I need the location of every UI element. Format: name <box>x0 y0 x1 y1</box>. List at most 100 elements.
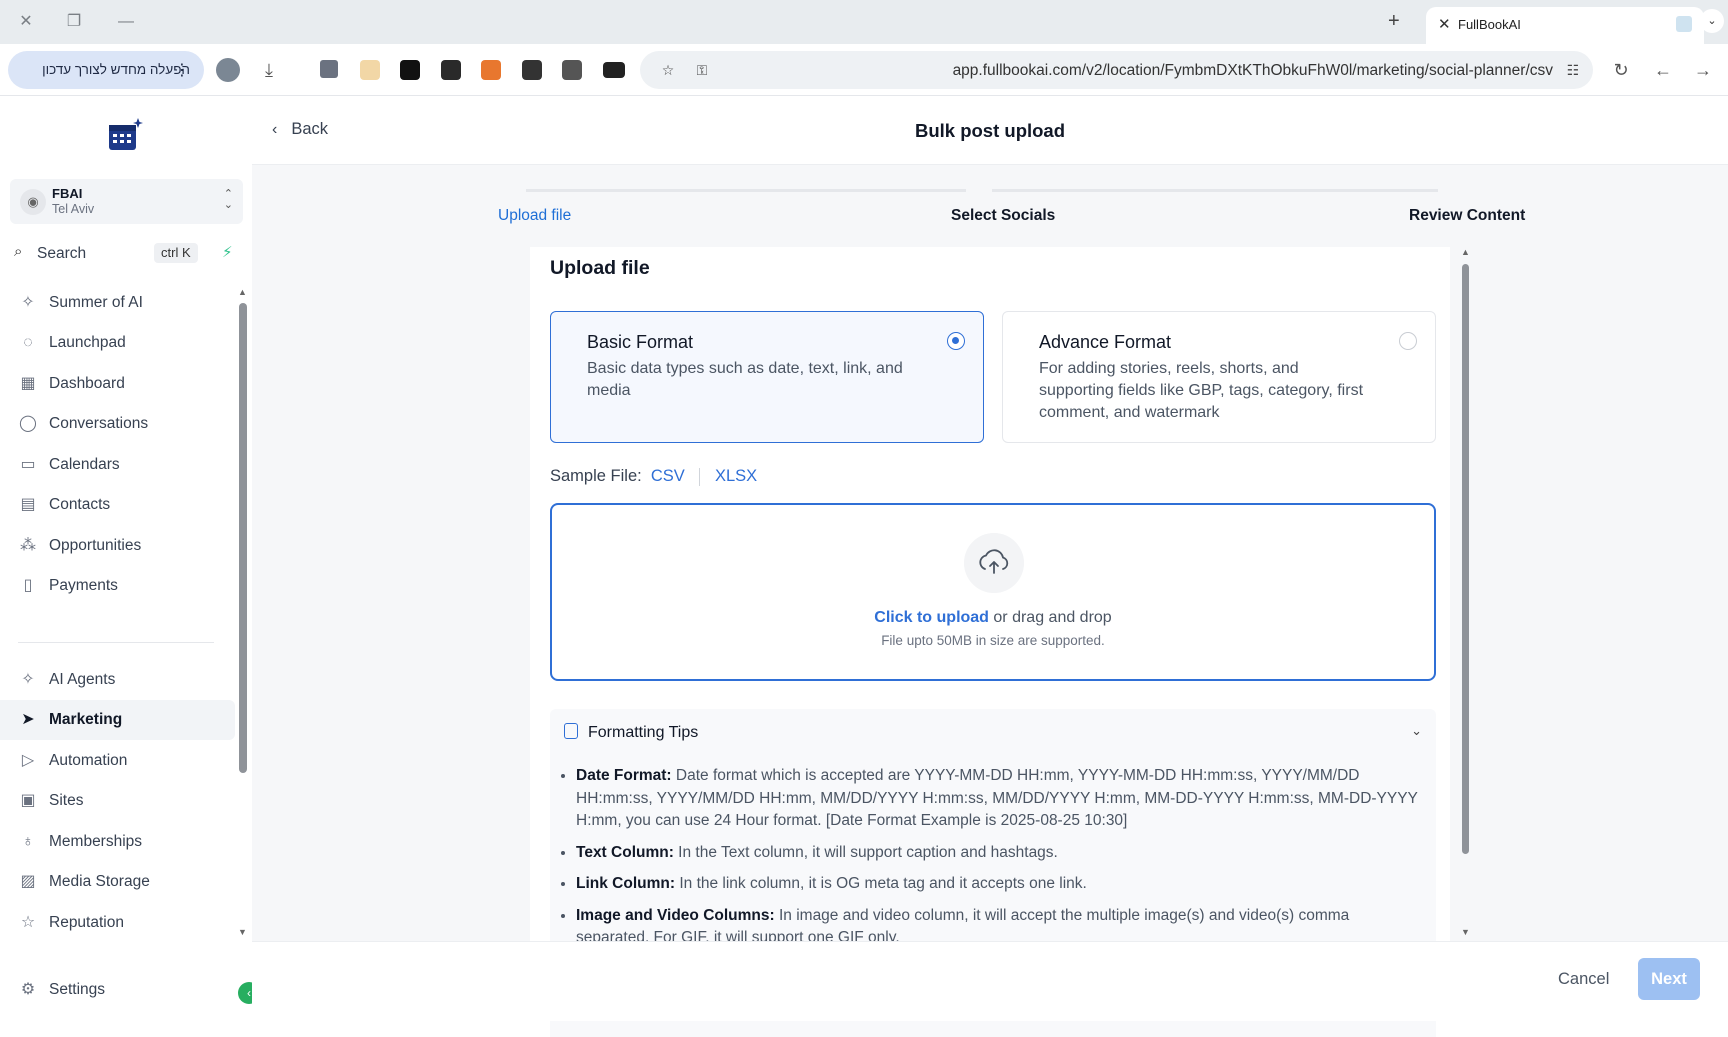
password-key-icon[interactable]: ⚿ <box>692 60 712 80</box>
tab-title: FullBookAI <box>1458 17 1521 32</box>
sidebar-search[interactable]: ⌕ Search ctrl K ⚡ <box>10 237 243 269</box>
contacts-icon: ▤ <box>20 496 36 513</box>
bookmark-star-icon[interactable]: ☆ <box>658 60 678 80</box>
sidebar-item-launchpad[interactable]: ◌ Launchpad <box>0 323 235 363</box>
url-text[interactable]: app.fullbookai.com/v2/location/FymbmDXtK… <box>953 62 1553 80</box>
sidebar-item-payments[interactable]: ▯ Payments <box>0 566 235 606</box>
advance-format-option[interactable]: Advance Format For adding stories, reels… <box>1002 311 1436 443</box>
search-icon: ⌕ <box>14 243 23 260</box>
reload-icon[interactable]: ↻ <box>1608 57 1634 83</box>
scroll-down-icon[interactable]: ▼ <box>238 927 247 937</box>
step-review-content[interactable]: Review Content <box>1409 207 1525 225</box>
tab-close-icon[interactable]: ✕ <box>1438 15 1451 33</box>
image-icon: ▨ <box>20 873 36 890</box>
browser-tab[interactable]: ✕ FullBookAI <box>1426 7 1704 44</box>
extensions-puzzle-icon[interactable] <box>320 60 338 78</box>
content-scroll-thumb[interactable] <box>1462 264 1469 854</box>
format-title: Advance Format <box>1039 332 1172 352</box>
formatting-tips-header[interactable]: Formatting Tips <box>564 723 698 742</box>
extension-1-icon[interactable] <box>360 60 380 80</box>
payments-icon: ▯ <box>23 577 33 594</box>
location-name: FBAI <box>52 186 83 201</box>
tip-term: Link Column: <box>576 875 676 892</box>
sidebar-scroll-thumb[interactable] <box>239 303 247 773</box>
sidebar-item-reputation[interactable]: ☆ Reputation <box>0 903 235 943</box>
sidebar-item-media-storage[interactable]: ▨ Media Storage <box>0 862 235 902</box>
update-restart-label: הפעלה מחדש לצורך עדכון <box>42 62 190 77</box>
step-select-socials[interactable]: Select Socials <box>951 207 1055 225</box>
list-item: Link Column: In the link column, it is O… <box>576 873 1426 896</box>
scroll-down-icon[interactable]: ▼ <box>1461 927 1470 937</box>
sidebar-item-ai-agents[interactable]: ✧ AI Agents <box>0 660 235 700</box>
window-close-icon[interactable]: ✕ <box>14 10 38 34</box>
advance-format-radio[interactable] <box>1399 332 1417 350</box>
content-scrollbar[interactable]: ▲ ▼ <box>1460 247 1472 937</box>
rocket-icon: ◌ <box>23 334 33 351</box>
step-upload-file[interactable]: Upload file <box>498 207 571 225</box>
quick-action-bolt-icon[interactable]: ⚡ <box>222 243 233 261</box>
page-footer: Cancel Next <box>252 941 1728 1021</box>
sidebar-divider <box>18 642 214 643</box>
file-dropzone[interactable]: Click to upload or drag and drop File up… <box>550 503 1436 681</box>
main-content: ‹ Back Bulk post upload Upload file Selec… <box>252 97 1728 1037</box>
sidebar-item-summer-of-ai[interactable]: ✧ Summer of AI <box>0 283 235 323</box>
sidebar-item-settings[interactable]: ⚙ Settings <box>0 970 235 1010</box>
sidebar-item-sites[interactable]: ▣ Sites <box>0 781 235 821</box>
sidebar-item-marketing[interactable]: ➤ Marketing <box>0 700 235 740</box>
extension-6-icon[interactable] <box>562 60 582 80</box>
sidebar-item-calendars[interactable]: ▭ Calendars <box>0 445 235 485</box>
stepper: Upload file Select Socials Review Conten… <box>252 165 1728 245</box>
sample-file-label: Sample File: <box>550 467 642 485</box>
extension-3-icon[interactable] <box>441 60 461 80</box>
upload-card-title: Upload file <box>550 257 650 279</box>
sample-xlsx-link[interactable]: XLSX <box>715 467 757 485</box>
link-separator <box>699 467 701 486</box>
cancel-button[interactable]: Cancel <box>1558 970 1609 989</box>
format-description: Basic data types such as date, text, lin… <box>587 360 903 399</box>
new-tab-icon[interactable]: + <box>1388 10 1400 33</box>
extension-5-icon[interactable] <box>522 60 542 80</box>
update-restart-button[interactable]: ⋮ הפעלה מחדש לצורך עדכון <box>8 51 204 89</box>
tip-text: In the link column, it is OG meta tag an… <box>675 875 1087 892</box>
sidebar-scrollbar[interactable]: ▲ ▼ <box>238 287 248 937</box>
dropzone-size-hint: File upto 50MB in size are supported. <box>881 633 1105 648</box>
location-switcher[interactable]: ◉ FBAI Tel Aviv ⌃ ⌄ <box>10 179 243 224</box>
forward-arrow-icon[interactable]: → <box>1690 57 1716 83</box>
sidebar-item-conversations[interactable]: ◯ Conversations <box>0 404 235 444</box>
sample-csv-link[interactable]: CSV <box>651 467 685 485</box>
tab-search-chevron-icon[interactable]: ⌄ <box>1700 9 1724 33</box>
document-icon <box>564 723 578 739</box>
profile-avatar-icon[interactable] <box>216 58 240 82</box>
browser-tab-strip: ✕ ❐ — + ✕ FullBookAI ⌄ <box>0 0 1728 44</box>
site-settings-icon[interactable]: ☷ <box>1563 60 1583 80</box>
basic-format-option[interactable]: Basic Format Basic data types such as da… <box>550 311 984 443</box>
chevron-up-down-icon: ⌃ ⌄ <box>223 188 233 211</box>
extension-2-icon[interactable] <box>400 60 420 80</box>
next-button[interactable]: Next <box>1638 958 1700 1000</box>
window-minimize-icon[interactable]: — <box>114 10 138 34</box>
location-avatar-icon: ◉ <box>20 189 46 215</box>
upload-card: Upload file Basic Format Basic data type… <box>530 247 1450 1037</box>
click-to-upload-link[interactable]: Click to upload <box>874 609 989 626</box>
metamask-extension-icon[interactable] <box>481 60 501 80</box>
sidebar-item-memberships[interactable]: ♁ Memberships <box>0 822 235 862</box>
scroll-up-icon[interactable]: ▲ <box>238 287 247 297</box>
chevron-down-icon[interactable]: ⌄ <box>1411 723 1422 739</box>
app-sidebar: ◉ FBAI Tel Aviv ⌃ ⌄ ⌕ Search ctrl K ⚡ ✧ Su… <box>0 97 260 1021</box>
sidebar-item-contacts[interactable]: ▤ Contacts <box>0 485 235 525</box>
scroll-up-icon[interactable]: ▲ <box>1461 247 1470 257</box>
app-logo-calendar-icon[interactable] <box>106 117 144 153</box>
chat-icon: ◯ <box>19 415 37 432</box>
sparkle-icon: ✧ <box>21 671 35 688</box>
address-bar[interactable]: ☆ ⚿ app.fullbookai.com/v2/location/Fymbm… <box>640 51 1593 89</box>
window-restore-icon[interactable]: ❐ <box>62 10 86 34</box>
globe-icon: ▣ <box>20 792 36 809</box>
extension-7-icon[interactable] <box>603 62 625 78</box>
back-arrow-icon[interactable]: ← <box>1650 57 1676 83</box>
sidebar-item-opportunities[interactable]: ⁂ Opportunities <box>0 526 235 566</box>
sidebar-item-automation[interactable]: ▷ Automation <box>0 741 235 781</box>
tab-favicon-icon <box>1676 16 1692 32</box>
basic-format-radio[interactable] <box>947 332 965 350</box>
sidebar-item-dashboard[interactable]: ▦ Dashboard <box>0 364 235 404</box>
downloads-icon[interactable]: ⤓ <box>256 57 282 83</box>
